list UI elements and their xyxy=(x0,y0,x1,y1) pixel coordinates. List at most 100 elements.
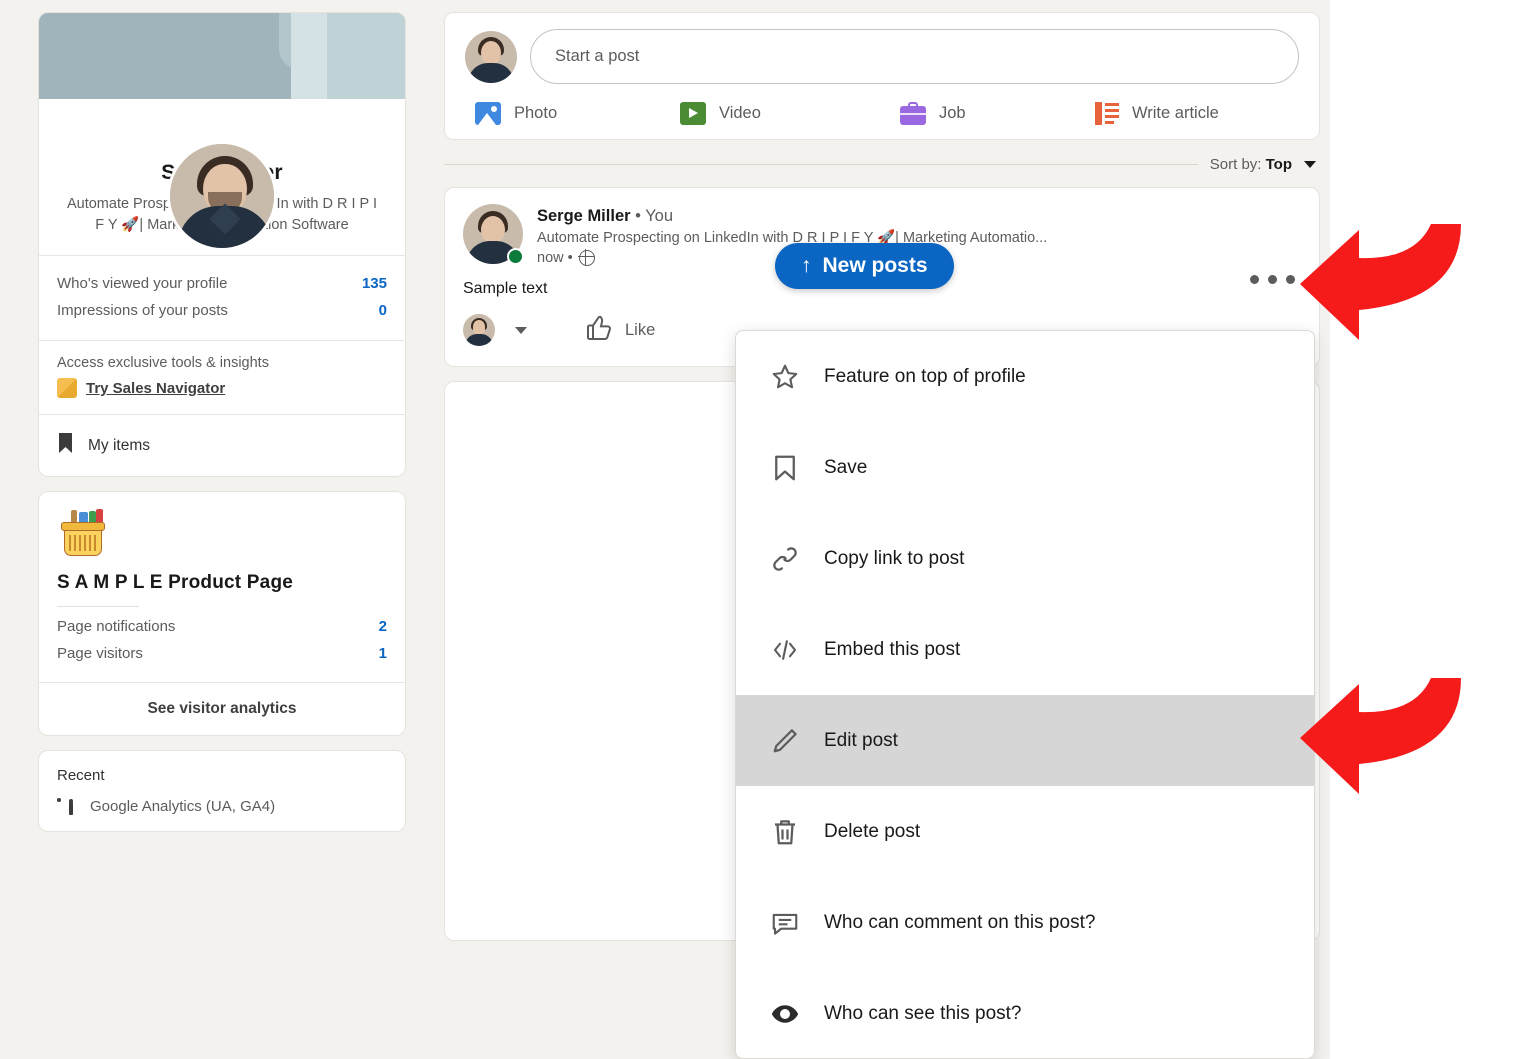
stat-profile-views[interactable]: Who's viewed your profile 135 xyxy=(57,270,387,297)
composer-video-button[interactable]: Video xyxy=(680,102,900,125)
profile-stats: Who's viewed your profile 135 Impression… xyxy=(39,256,405,340)
stat-page-visitors[interactable]: Page visitors 1 xyxy=(57,640,387,667)
composer-action-label: Write article xyxy=(1132,104,1219,122)
pencil-icon xyxy=(770,726,800,756)
menu-item-label: Delete post xyxy=(824,820,921,842)
stat-post-impressions[interactable]: Impressions of your posts 0 xyxy=(57,297,387,324)
like-label: Like xyxy=(625,320,656,339)
menu-item-label: Feature on top of profile xyxy=(824,365,1026,387)
product-page-name[interactable]: S A M P L E Product Page xyxy=(57,572,387,594)
product-page-card: S A M P L E Product Page Page notificati… xyxy=(38,491,406,737)
post-composer-card: Start a post Photo Video Job Write artic… xyxy=(444,12,1320,140)
like-button[interactable]: Like xyxy=(585,314,655,346)
composer-write-article-button[interactable]: Write article xyxy=(1095,102,1219,125)
stat-value: 135 xyxy=(361,275,387,293)
profile-banner xyxy=(39,13,405,99)
try-sales-navigator-link[interactable]: Try Sales Navigator xyxy=(86,380,225,397)
linkedin-feed-page: Serge Miller Automate Prospecting on Lin… xyxy=(0,0,1515,1059)
menu-item-label: Save xyxy=(824,456,868,478)
stat-label: Page visitors xyxy=(57,645,143,663)
new-posts-label: New posts xyxy=(822,254,928,277)
stat-page-notifications[interactable]: Page notifications 2 xyxy=(57,613,387,640)
arrow-pointing-to-edit-post xyxy=(1297,676,1465,806)
left-sidebar: Serge Miller Automate Prospecting on Lin… xyxy=(38,12,406,833)
divider xyxy=(444,164,1198,165)
stat-label: Who's viewed your profile xyxy=(57,275,228,293)
menu-item-label: Edit post xyxy=(824,729,898,751)
chevron-down-icon[interactable] xyxy=(1304,161,1316,168)
menu-item-who-can-see[interactable]: Who can see this post? xyxy=(736,968,1314,1058)
menu-item-who-can-comment[interactable]: Who can comment on this post? xyxy=(736,877,1314,968)
stat-value: 0 xyxy=(378,302,387,320)
reaction-avatar[interactable] xyxy=(463,314,495,346)
composer-action-label: Video xyxy=(719,104,761,122)
bar-chart-icon xyxy=(57,798,76,816)
composer-avatar[interactable] xyxy=(465,30,517,83)
composer-photo-button[interactable]: Photo xyxy=(475,102,680,125)
composer-action-label: Photo xyxy=(514,104,558,122)
stat-value: 2 xyxy=(378,618,387,636)
menu-item-delete-post[interactable]: Delete post xyxy=(736,786,1314,877)
arrow-pointing-to-overflow-menu xyxy=(1297,222,1465,352)
composer-action-label: Job xyxy=(939,104,966,122)
menu-item-label: Who can comment on this post? xyxy=(824,911,1096,933)
sales-navigator-icon xyxy=(57,378,77,399)
new-posts-button[interactable]: ↑ New posts xyxy=(775,243,954,289)
sort-value: Top xyxy=(1265,156,1292,173)
menu-item-label: Who can see this post? xyxy=(824,1002,1022,1024)
profile-avatar[interactable] xyxy=(167,141,277,251)
sales-navigator-promo: Access exclusive tools & insights Try Sa… xyxy=(39,341,405,414)
sort-prefix: Sort by: xyxy=(1209,156,1266,173)
post-options-menu: Feature on top of profile Save Copy link… xyxy=(735,330,1315,1059)
video-icon xyxy=(680,102,706,125)
stat-label: Impressions of your posts xyxy=(57,302,228,320)
post-author-name[interactable]: Serge Miller • You xyxy=(537,207,1047,226)
menu-item-embed-this-post[interactable]: Embed this post xyxy=(736,604,1314,695)
sort-by-label[interactable]: Sort by: Top xyxy=(1210,156,1292,173)
recent-item-label: Google Analytics (UA, GA4) xyxy=(90,798,276,816)
composer-job-button[interactable]: Job xyxy=(900,102,1095,125)
product-page-stats: Page notifications 2 Page visitors 1 xyxy=(39,613,405,682)
menu-item-edit-post[interactable]: Edit post xyxy=(736,695,1314,786)
comment-icon xyxy=(770,908,800,938)
see-visitor-analytics-button[interactable]: See visitor analytics xyxy=(39,683,405,735)
bookmark-icon xyxy=(770,453,800,483)
stat-value: 1 xyxy=(378,645,387,663)
divider xyxy=(57,606,139,608)
menu-item-feature-on-top-of-profile[interactable]: Feature on top of profile xyxy=(736,331,1314,422)
menu-item-copy-link-to-post[interactable]: Copy link to post xyxy=(736,513,1314,604)
briefcase-icon xyxy=(900,102,926,125)
globe-icon xyxy=(578,249,595,266)
my-items-label: My items xyxy=(88,436,150,454)
code-icon xyxy=(770,635,800,665)
recent-item-google-analytics[interactable]: Google Analytics (UA, GA4) xyxy=(39,784,405,831)
trash-icon xyxy=(770,817,800,847)
menu-item-label: Copy link to post xyxy=(824,547,965,569)
stat-label: Page notifications xyxy=(57,618,176,636)
photo-icon xyxy=(475,102,501,125)
ellipsis-icon[interactable] xyxy=(1250,275,1295,284)
my-items-row[interactable]: My items xyxy=(39,415,405,476)
feed-sort-bar: Sort by: Top xyxy=(444,156,1320,173)
recent-title: Recent xyxy=(57,767,105,785)
chevron-down-icon[interactable] xyxy=(515,326,527,334)
arrow-up-icon: ↑ xyxy=(801,254,812,277)
article-icon xyxy=(1095,102,1119,125)
right-gutter xyxy=(1330,0,1515,1059)
post-timestamp: now • xyxy=(537,250,573,266)
menu-item-save[interactable]: Save xyxy=(736,422,1314,513)
menu-item-label: Embed this post xyxy=(824,638,961,660)
link-icon xyxy=(770,544,800,574)
bookmark-icon xyxy=(57,432,74,459)
post-author-text: Serge Miller xyxy=(537,207,631,225)
start-a-post-input[interactable]: Start a post xyxy=(530,29,1299,84)
recent-card: Recent Google Analytics (UA, GA4) xyxy=(38,750,406,833)
profile-card: Serge Miller Automate Prospecting on Lin… xyxy=(38,12,406,478)
eye-icon xyxy=(770,999,800,1029)
promo-title: Access exclusive tools & insights xyxy=(57,355,269,372)
post-author-suffix: • You xyxy=(630,207,674,225)
star-icon xyxy=(770,362,800,392)
thumbs-up-icon xyxy=(585,314,613,346)
online-status-indicator xyxy=(507,248,524,265)
shopping-basket-icon xyxy=(57,509,109,558)
